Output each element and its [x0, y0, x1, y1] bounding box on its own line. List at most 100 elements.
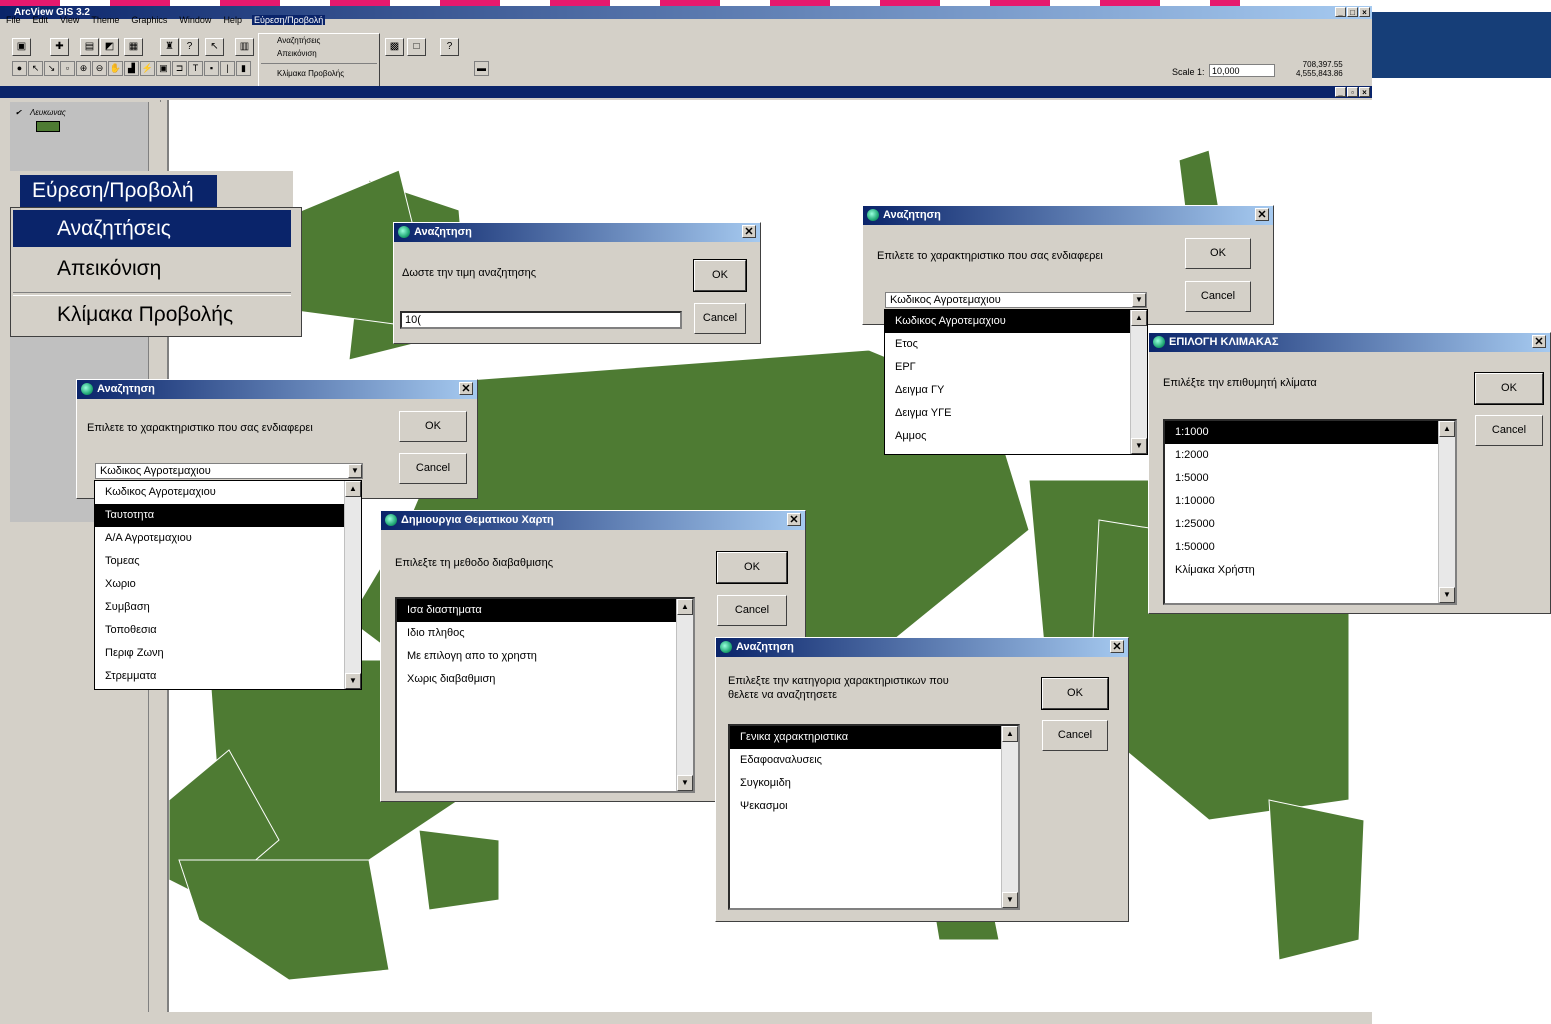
close-icon[interactable]: ✕: [459, 382, 473, 395]
view-restore-button[interactable]: ▫: [1347, 87, 1358, 97]
mini-menu-searches[interactable]: Αναζητήσεις: [259, 34, 379, 47]
menu-view[interactable]: View: [58, 15, 81, 25]
list-item[interactable]: Περιφ Ζωνη: [95, 642, 361, 665]
list-item[interactable]: Συμβαση: [95, 596, 361, 619]
menu-theme[interactable]: Theme: [89, 15, 121, 25]
list-item[interactable]: Ψεκασμοι: [730, 795, 1018, 818]
legend-editor-icon[interactable]: ◩: [100, 38, 119, 56]
save-icon[interactable]: ▣: [12, 38, 31, 56]
vertex-edit-icon[interactable]: ↘: [44, 61, 59, 76]
theme-checkbox-icon[interactable]: ✔: [15, 108, 22, 117]
menu-item-view-scale[interactable]: Κλίμακα Προβολής: [57, 298, 233, 332]
layout-icon[interactable]: ▥: [235, 38, 254, 56]
scroll-down-icon[interactable]: ▼: [345, 673, 361, 689]
ok-button[interactable]: OK: [1185, 238, 1251, 269]
zoom-in-icon[interactable]: ⊕: [76, 61, 91, 76]
scroll-up-icon[interactable]: ▲: [1131, 310, 1147, 326]
close-icon[interactable]: ✕: [1532, 335, 1546, 348]
menu-window[interactable]: Window: [177, 15, 213, 25]
cancel-button[interactable]: Cancel: [694, 303, 746, 334]
list-item[interactable]: Κωδικος Αγροτεμαχιου: [95, 481, 361, 504]
measure-icon[interactable]: ▟: [124, 61, 139, 76]
list-item[interactable]: 1:2000: [1165, 444, 1455, 467]
list-item[interactable]: Τομεας: [95, 550, 361, 573]
menu-edit[interactable]: Edit: [31, 15, 51, 25]
scroll-down-icon[interactable]: ▼: [1002, 892, 1018, 908]
search-value-input[interactable]: 10(: [400, 311, 682, 329]
help-icon[interactable]: ?: [440, 38, 459, 56]
close-icon[interactable]: ✕: [787, 513, 801, 526]
scroll-up-icon[interactable]: ▲: [677, 599, 693, 615]
list-item[interactable]: Χωρις διαβαθμιση: [397, 668, 693, 691]
locate-icon[interactable]: ↖: [205, 38, 224, 56]
list-item[interactable]: 1:25000: [1165, 513, 1455, 536]
zoom-selected-icon[interactable]: ▩: [385, 38, 404, 56]
zoom-out-icon[interactable]: ⊖: [92, 61, 107, 76]
select-feature-icon[interactable]: ▫: [60, 61, 75, 76]
chevron-down-icon[interactable]: ▼: [348, 464, 362, 478]
list-item[interactable]: 1:10000: [1165, 490, 1455, 513]
theme-entry[interactable]: ✔ Λευκωνας: [15, 108, 66, 117]
ok-button[interactable]: OK: [1041, 677, 1109, 710]
menu-title-find-view[interactable]: Εύρεση/Προβολή: [20, 175, 217, 207]
cancel-button[interactable]: Cancel: [1475, 415, 1543, 446]
scroll-down-icon[interactable]: ▼: [677, 775, 693, 791]
list-item[interactable]: Ισα διαστηματα: [397, 599, 693, 622]
list-item[interactable]: Γενικα χαρακτηριστικα: [730, 726, 1018, 749]
list-item[interactable]: Α/Α Αγροτεμαχιου: [95, 527, 361, 550]
scale-input[interactable]: 10,000: [1209, 64, 1275, 77]
menu-item-searches[interactable]: Αναζητήσεις: [13, 210, 291, 247]
draw-line-icon[interactable]: |: [220, 61, 235, 76]
menu-graphics[interactable]: Graphics: [129, 15, 169, 25]
area-of-interest-icon[interactable]: ▣: [156, 61, 171, 76]
list-item[interactable]: Εδαφοαναλυσεις: [730, 749, 1018, 772]
cancel-button[interactable]: Cancel: [399, 453, 467, 484]
list-item[interactable]: Δειγμα ΓΥ: [885, 379, 1147, 402]
ok-button[interactable]: OK: [1474, 372, 1544, 405]
scroll-down-icon[interactable]: ▼: [1439, 587, 1455, 603]
clear-select-icon[interactable]: □: [407, 38, 426, 56]
list-scrollbar[interactable]: ▲ ▼: [1001, 726, 1018, 908]
list-item[interactable]: Συγκομιδη: [730, 772, 1018, 795]
scroll-up-icon[interactable]: ▲: [1439, 421, 1455, 437]
ok-button[interactable]: OK: [716, 551, 788, 584]
attribute-combo[interactable]: Κωδικος Αγροτεμαχιου ▼: [95, 463, 363, 479]
mini-menu-view-scale[interactable]: Κλίμακα Προβολής: [259, 67, 379, 80]
close-icon[interactable]: ✕: [1110, 640, 1124, 653]
extension-tool-icon[interactable]: ▬: [474, 61, 489, 76]
list-item[interactable]: Στρεμματα: [95, 665, 361, 688]
query-icon[interactable]: ?: [180, 38, 199, 56]
label-icon[interactable]: ⊐: [172, 61, 187, 76]
list-item[interactable]: Ιδιο πληθος: [397, 622, 693, 645]
list-item[interactable]: Ταυτοτητα: [95, 504, 361, 527]
list-item[interactable]: ΕΡΓ: [885, 356, 1147, 379]
list-scrollbar[interactable]: ▲ ▼: [344, 481, 361, 689]
close-icon[interactable]: ✕: [742, 225, 756, 238]
pointer-icon[interactable]: ↖: [28, 61, 43, 76]
theme-properties-icon[interactable]: ▤: [80, 38, 99, 56]
ok-button[interactable]: OK: [399, 411, 467, 442]
list-item[interactable]: 1:1000: [1165, 421, 1455, 444]
ok-button[interactable]: OK: [693, 259, 747, 292]
list-item[interactable]: Κλίμακα Χρήστη: [1165, 559, 1455, 582]
draw-icon[interactable]: ▪: [204, 61, 219, 76]
pan-icon[interactable]: ✋: [108, 61, 123, 76]
identify-icon[interactable]: ●: [12, 61, 27, 76]
mini-menu-display[interactable]: Απεικόνιση: [259, 47, 379, 60]
hotlink-icon[interactable]: ⚡: [140, 61, 155, 76]
list-item[interactable]: Με επιλογη απο το χρηστη: [397, 645, 693, 668]
attribute-combo[interactable]: Κωδικος Αγροτεμαχιου ▼: [885, 292, 1147, 308]
cancel-button[interactable]: Cancel: [1185, 281, 1251, 312]
view-close-button[interactable]: ×: [1359, 87, 1370, 97]
cancel-button[interactable]: Cancel: [1042, 720, 1108, 751]
table-icon[interactable]: ▦: [124, 38, 143, 56]
close-icon[interactable]: ✕: [1255, 208, 1269, 221]
add-theme-icon[interactable]: ✚: [50, 38, 69, 56]
list-scrollbar[interactable]: ▲ ▼: [676, 599, 693, 791]
list-item[interactable]: 1:5000: [1165, 467, 1455, 490]
list-item[interactable]: Ετος: [885, 333, 1147, 356]
list-scrollbar[interactable]: ▲ ▼: [1130, 310, 1147, 454]
list-item[interactable]: 1:50000: [1165, 536, 1455, 559]
scroll-up-icon[interactable]: ▲: [345, 481, 361, 497]
menu-file[interactable]: File: [4, 15, 23, 25]
